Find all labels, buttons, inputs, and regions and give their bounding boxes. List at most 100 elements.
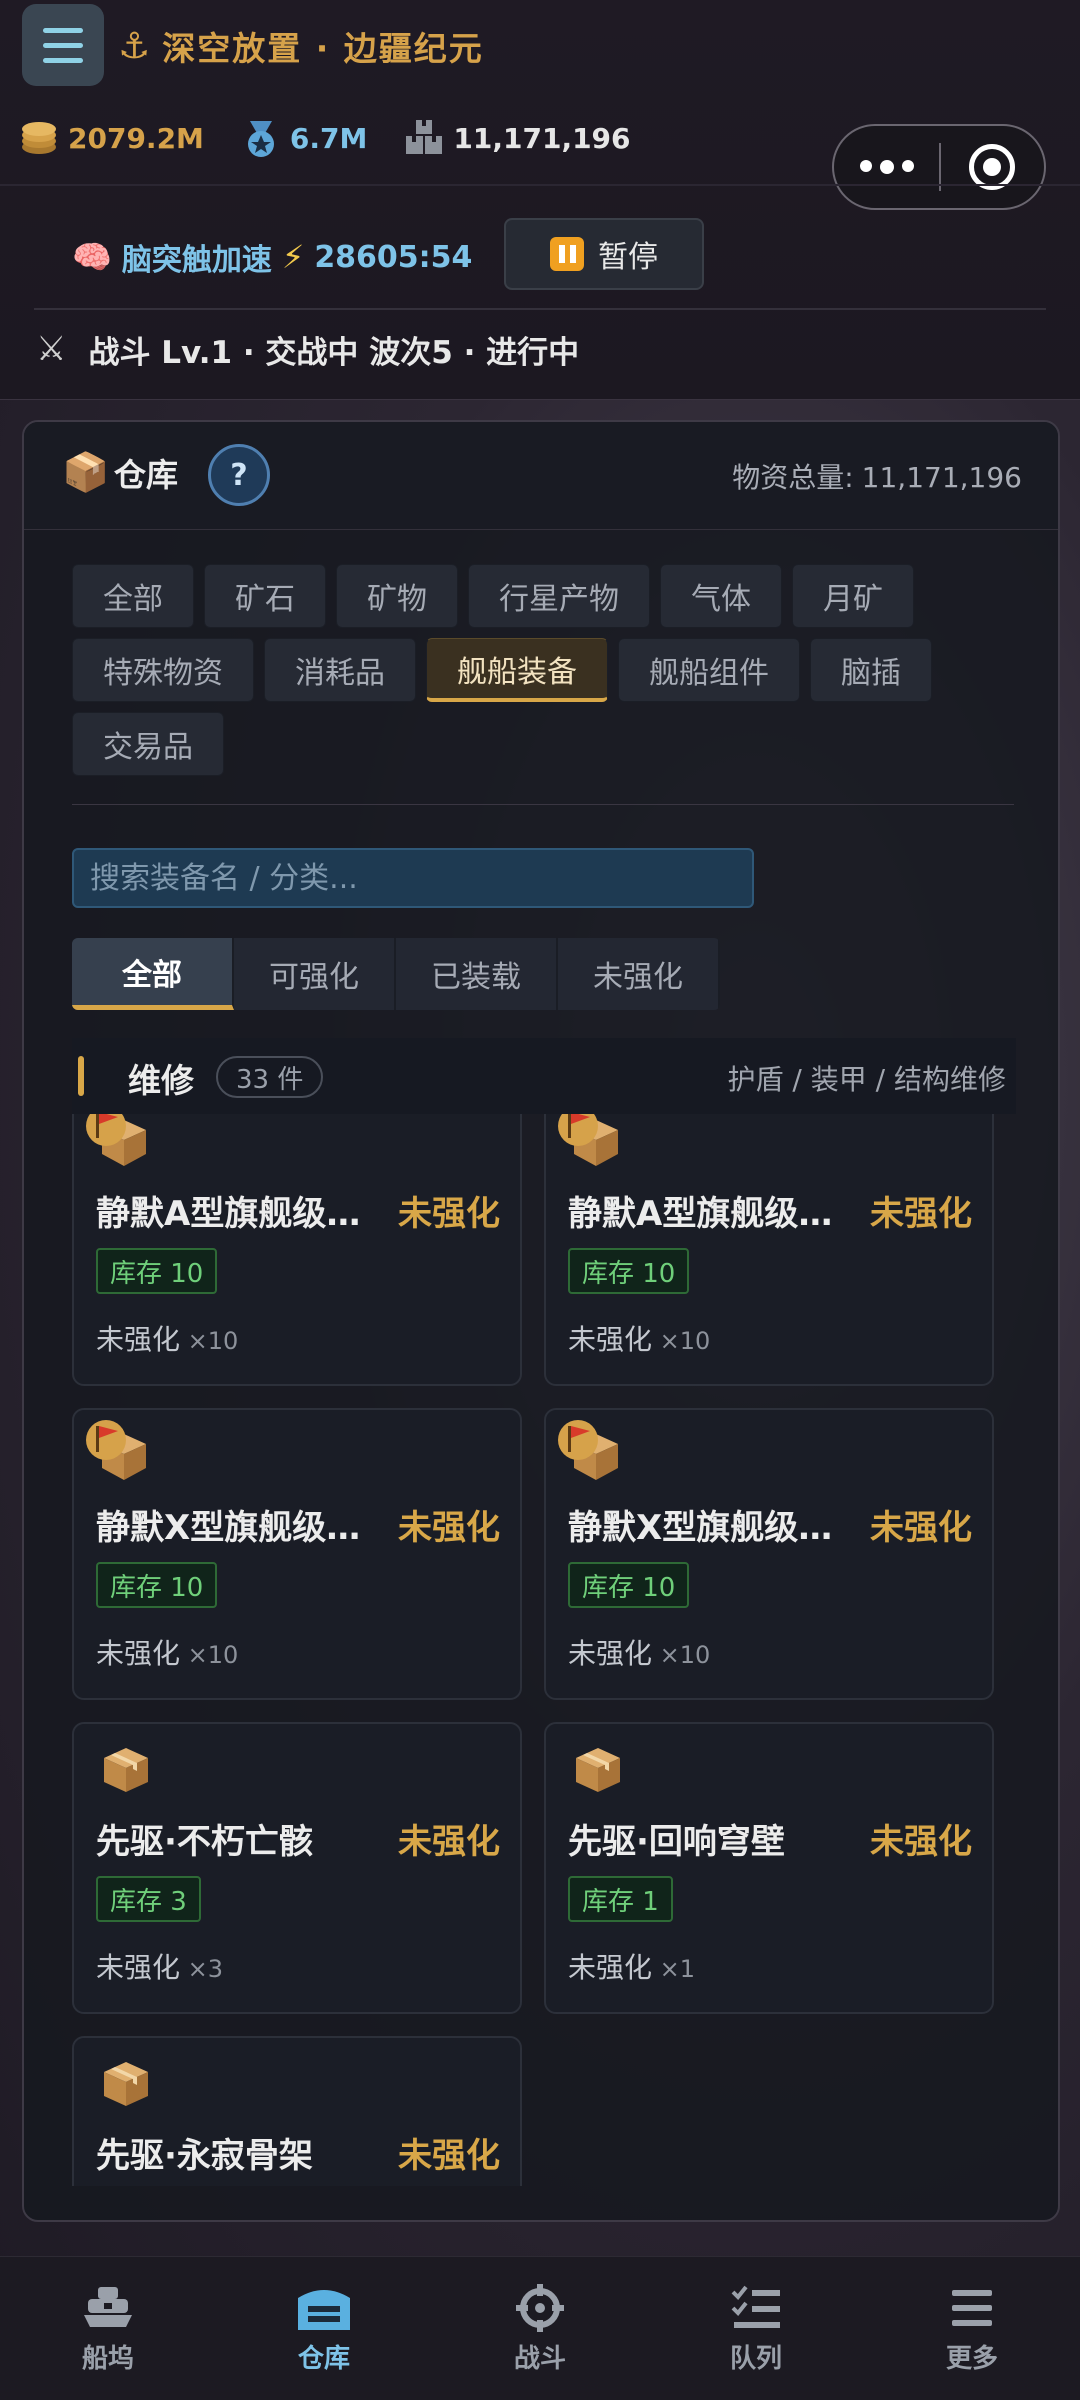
filter-tab[interactable]: 全部 — [72, 938, 234, 1010]
lightning-icon: ⚡ — [281, 238, 305, 276]
detail-state: 未强化 — [96, 1323, 181, 1356]
nav-label: 更多 — [945, 2344, 998, 2374]
detail-state: 未强化 — [568, 1323, 653, 1356]
flagship-crate-icon — [84, 1418, 154, 1484]
equipment-card[interactable]: 先驱·回响穹壁未强化 库存 1 未强化 ×1 — [544, 1722, 994, 2014]
crosshair-icon — [510, 2282, 570, 2334]
stock-badge: 库存 10 — [96, 1248, 218, 1294]
dot-icon — [901, 160, 914, 172]
resource-medals: 6.7M — [240, 117, 367, 159]
category-tab[interactable]: 矿石 — [204, 564, 326, 628]
filter-tab[interactable]: 未强化 — [558, 938, 720, 1010]
equipment-card[interactable]: 静默A型旗舰级结... 未强化 库存 10 未强化 ×10 — [544, 1114, 994, 1386]
ship-icon — [78, 2282, 138, 2334]
total-value: 11,171,196 — [861, 461, 1022, 494]
help-button[interactable]: ? — [208, 444, 270, 506]
nav-item-ship[interactable]: 船坞 — [0, 2257, 216, 2400]
filter-tab[interactable]: 可强化 — [234, 938, 396, 1010]
accel-label: 脑突触加速 — [121, 243, 272, 278]
game-title-text: 深空放置 · 边疆纪元 — [162, 29, 484, 68]
category-tab[interactable]: 脑插 — [810, 638, 932, 702]
enhance-status: 未强化 — [870, 1194, 972, 1234]
nav-label: 船坞 — [81, 2344, 134, 2374]
category-row: 全部 矿石 矿物 行星产物 气体 月矿 — [72, 564, 1022, 628]
nav-item-menu[interactable]: 更多 — [864, 2257, 1080, 2400]
category-tab[interactable]: 矿物 — [336, 564, 458, 628]
battle-status: ⚔ 战斗 Lv.1 · 交战中 波次5 · 进行中 — [36, 322, 579, 376]
section-count-badge: 33 件 — [216, 1056, 324, 1098]
equipment-search-input[interactable] — [72, 848, 754, 908]
item-detail: 未强化 ×10 — [96, 1318, 238, 1358]
filter-tab[interactable]: 已装载 — [396, 938, 558, 1010]
category-divider — [72, 804, 1014, 805]
stock-badge: 库存 1 — [568, 1876, 673, 1922]
equipment-name: 先驱·永寂骨架 — [96, 2136, 313, 2176]
category-tab[interactable]: 行星产物 — [468, 564, 650, 628]
game-title: ⚓ 深空放置 · 边疆纪元 — [118, 22, 484, 70]
menu-line-icon — [43, 27, 83, 33]
item-grid[interactable]: 静默A型旗舰级结... 未强化 库存 10 未强化 ×10 静默A型旗舰级结... 未强化… — [72, 1114, 1016, 2186]
pause-button[interactable]: 暂停 — [504, 218, 704, 290]
equipment-card[interactable]: 静默X型旗舰级结... 未强化 库存 10 未强化 ×10 — [72, 1408, 522, 1700]
item-detail: 未强化 ×10 — [96, 1632, 238, 1672]
nav-item-checklist[interactable]: 队列 — [648, 2257, 864, 2400]
equipment-card[interactable]: 先驱·永寂骨架 未强化 — [72, 2036, 522, 2186]
enhance-status: 未强化 — [398, 1194, 500, 1234]
equipment-name: 先驱·回响穹壁 — [568, 1822, 785, 1862]
equipment-name: 静默A型旗舰级结... — [568, 1194, 858, 1234]
accel-timer: 28605:54 — [314, 239, 473, 275]
item-detail: 未强化 ×1 — [568, 1946, 695, 1986]
flagship-crate-icon — [556, 1114, 626, 1170]
battle-status-text: 战斗 Lv.1 · 交战中 波次5 · 进行中 — [88, 334, 580, 371]
total-supplies: 物资总量: 11,171,196 — [732, 456, 1022, 496]
equipment-card[interactable]: 静默X型旗舰级结... 未强化 库存 10 未强化 ×10 — [544, 1408, 994, 1700]
dot-icon — [879, 160, 894, 174]
detail-state: 未强化 — [96, 1951, 181, 1984]
accel-status: 🧠 脑突触加速 ⚡ 28605:54 — [72, 232, 472, 282]
crate-icon — [96, 2052, 156, 2112]
category-row: 特殊物资 消耗品 舰船装备 舰船组件 脑插 — [72, 638, 1022, 702]
category-tab[interactable]: 消耗品 — [264, 638, 416, 702]
detail-multiplier: ×10 — [180, 1327, 239, 1355]
crates-icon — [403, 117, 445, 159]
category-tab[interactable]: 舰船组件 — [618, 638, 800, 702]
hamburger-menu-button[interactable] — [22, 4, 104, 86]
more-options-button[interactable] — [834, 160, 939, 174]
resource-credits: 2079.2M — [18, 117, 204, 159]
filter-tabs: 全部 可强化 已装载 未强化 — [72, 938, 720, 1010]
nav-item-crosshair[interactable]: 战斗 — [432, 2257, 648, 2400]
menu-line-icon — [43, 57, 83, 63]
section-header: 维修 33 件 护盾 / 装甲 / 结构维修 — [72, 1038, 1016, 1114]
enhance-status: 未强化 — [398, 1822, 500, 1862]
stock-badge: 库存 10 — [96, 1562, 218, 1608]
category-tab[interactable]: 交易品 — [72, 712, 224, 776]
stock-badge: 库存 10 — [568, 1248, 690, 1294]
pause-label: 暂停 — [598, 240, 658, 275]
item-detail: 未强化 ×10 — [568, 1632, 710, 1672]
coins-icon — [18, 117, 60, 159]
category-tab[interactable]: 月矿 — [792, 564, 914, 628]
section-title: 维修 — [128, 1061, 194, 1100]
category-tab[interactable]: 全部 — [72, 564, 194, 628]
equipment-card[interactable]: 先驱·不朽亡骸 未强化 库存 3 未强化 ×3 — [72, 1722, 522, 2014]
nav-item-warehouse[interactable]: 仓库 — [216, 2257, 432, 2400]
nav-label: 队列 — [729, 2344, 782, 2374]
category-tab[interactable]: 舰船装备 — [426, 638, 608, 702]
category-row: 交易品 — [72, 712, 1022, 776]
medals-value: 6.7M — [289, 121, 368, 155]
category-tab[interactable]: 气体 — [660, 564, 782, 628]
bottom-navigation: 船坞 仓库 战斗 队列 更多 — [0, 2256, 1080, 2400]
category-tab[interactable]: 特殊物资 — [72, 638, 254, 702]
equipment-card[interactable]: 静默A型旗舰级结... 未强化 库存 10 未强化 ×10 — [72, 1114, 522, 1386]
detail-state: 未强化 — [568, 1951, 653, 1984]
detail-multiplier: ×1 — [652, 1955, 696, 1983]
section-accent-bar — [78, 1056, 84, 1096]
item-detail: 未强化 ×3 — [96, 1946, 223, 1986]
equipment-name: 先驱·不朽亡骸 — [96, 1822, 313, 1862]
total-label: 物资总量: — [732, 461, 854, 494]
detail-multiplier: ×10 — [180, 1641, 239, 1669]
miniprogram-capsule — [832, 124, 1046, 210]
enhance-status: 未强化 — [398, 2136, 500, 2176]
equipment-name: 静默X型旗舰级结... — [568, 1508, 858, 1548]
equipment-name: 静默A型旗舰级结... — [96, 1194, 386, 1234]
